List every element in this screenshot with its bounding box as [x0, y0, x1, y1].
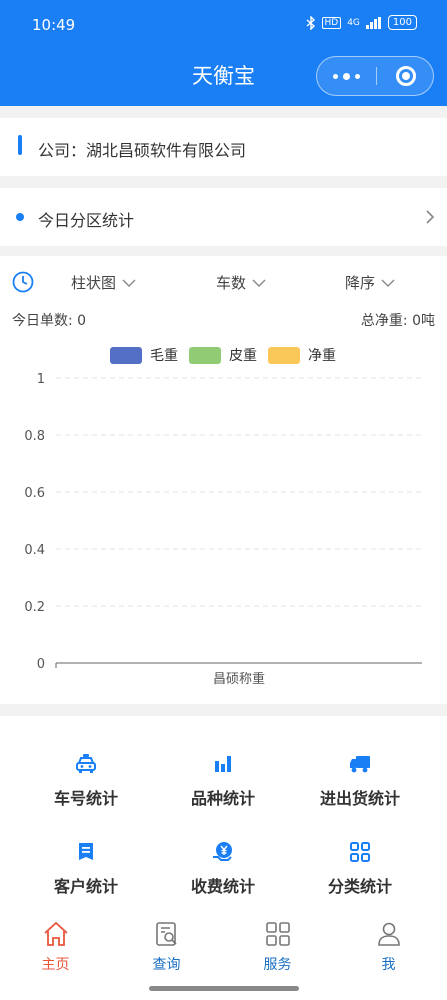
legend-swatch-net: [268, 346, 300, 364]
chevron-down-icon: [252, 279, 266, 287]
chart-type-value: 柱状图: [71, 274, 117, 292]
legend-gross[interactable]: 毛重: [110, 345, 178, 365]
y-tick-label: 0.4: [24, 543, 45, 558]
legend-tare[interactable]: 皮重: [189, 345, 257, 365]
close-capsule-button[interactable]: [396, 66, 416, 86]
tab-query[interactable]: 查询: [111, 920, 222, 974]
tab-me[interactable]: 我: [333, 920, 444, 974]
orders-today: 今日单数: 0: [12, 313, 87, 329]
chart-type-select[interactable]: 柱状图: [71, 272, 136, 293]
company-accent-bar: [18, 135, 22, 155]
tab-label: 我: [381, 957, 396, 973]
menu-customer-stats[interactable]: 客户统计: [11, 840, 161, 897]
menu-fee-stats[interactable]: 收费统计: [148, 840, 298, 897]
clock-icon[interactable]: [12, 271, 34, 293]
company-label: 公司：湖北昌硕软件有限公司: [38, 141, 247, 160]
menu-label: 收费统计: [190, 877, 255, 896]
metric-select[interactable]: 车数: [216, 272, 266, 293]
capsule-divider: [376, 67, 377, 85]
zone-bullet: [16, 213, 24, 221]
menu-vehicle-stats[interactable]: 车号统计: [11, 752, 161, 809]
bar-chart-icon: [215, 756, 231, 772]
more-button[interactable]: [317, 57, 375, 95]
y-tick-label: 0: [37, 657, 45, 672]
menu-category-stats[interactable]: 分类统计: [285, 840, 435, 897]
menu-label: 分类统计: [327, 877, 392, 896]
menu-label: 车号统计: [53, 789, 118, 808]
legend-swatch-tare: [189, 346, 221, 364]
tab-label: 主页: [41, 957, 70, 973]
tab-service[interactable]: 服务: [222, 920, 333, 974]
mini-program-capsule: [316, 56, 434, 96]
x-tick-label: 昌硕称重: [213, 671, 265, 687]
bluetooth-icon: [306, 15, 315, 30]
battery-indicator: 100: [387, 15, 417, 30]
menu-label: 进出货统计: [319, 789, 400, 808]
tab-home[interactable]: 主页: [0, 920, 111, 974]
sort-select[interactable]: 降序: [345, 272, 395, 293]
sort-value: 降序: [345, 274, 376, 292]
chevron-down-icon: [381, 279, 395, 287]
signal-icon: [365, 16, 381, 29]
chart-card: 柱状图 车数 降序 今日单数: 0 总净重: 0吨 毛重 皮重 净重 0 0.2 0…: [0, 256, 447, 704]
stats-menu: 车号统计 品种统计 进出货统计 客户统计 收费统计 分类统计: [0, 716, 447, 916]
app-header: 10:49 HD 4G 100 天衡宝: [0, 0, 447, 106]
company-card: 公司：湖北昌硕软件有限公司: [0, 118, 447, 176]
zone-label: 今日分区统计: [38, 211, 135, 230]
y-tick-label: 0.2: [24, 600, 45, 615]
yuan-icon: [213, 842, 232, 861]
home-icon: [43, 921, 68, 946]
status-bar: 10:49 HD 4G 100: [0, 0, 447, 50]
network-label: HD: [321, 16, 342, 29]
truck-icon: [350, 756, 370, 773]
y-tick-label: 1: [37, 372, 45, 387]
grid-icon: [350, 842, 370, 862]
user-icon: [377, 922, 400, 946]
home-indicator: [149, 986, 299, 991]
legend-swatch-gross: [110, 346, 142, 364]
status-icons: HD 4G 100: [306, 15, 417, 30]
signal-label: 4G: [347, 17, 360, 28]
metric-value: 车数: [216, 274, 247, 292]
tab-label: 查询: [152, 957, 181, 973]
y-tick-label: 0.8: [24, 429, 45, 444]
search-icon: [155, 922, 177, 946]
menu-inout-stats[interactable]: 进出货统计: [285, 752, 435, 809]
menu-variety-stats[interactable]: 品种统计: [148, 752, 298, 809]
menu-label: 客户统计: [53, 877, 118, 896]
tab-label: 服务: [263, 957, 292, 973]
legend-label-net: 净重: [308, 348, 336, 364]
total-net-weight: 总净重: 0吨: [360, 313, 435, 329]
legend-label-gross: 毛重: [150, 348, 178, 364]
chevron-down-icon: [122, 279, 136, 287]
legend-label-tare: 皮重: [229, 348, 257, 364]
document-icon: [79, 843, 93, 860]
status-time: 10:49: [32, 16, 76, 34]
menu-label: 品种统计: [190, 789, 255, 808]
zone-stats-row[interactable]: 今日分区统计: [0, 188, 447, 246]
bar-chart: 0 0.2 0.4 0.6 0.8 1 昌硕称重: [24, 372, 422, 687]
y-tick-label: 0.6: [24, 486, 45, 501]
taxi-icon: [76, 754, 96, 773]
legend-net[interactable]: 净重: [268, 345, 336, 365]
grid-icon: [265, 922, 290, 946]
chevron-right-icon: [426, 210, 435, 224]
